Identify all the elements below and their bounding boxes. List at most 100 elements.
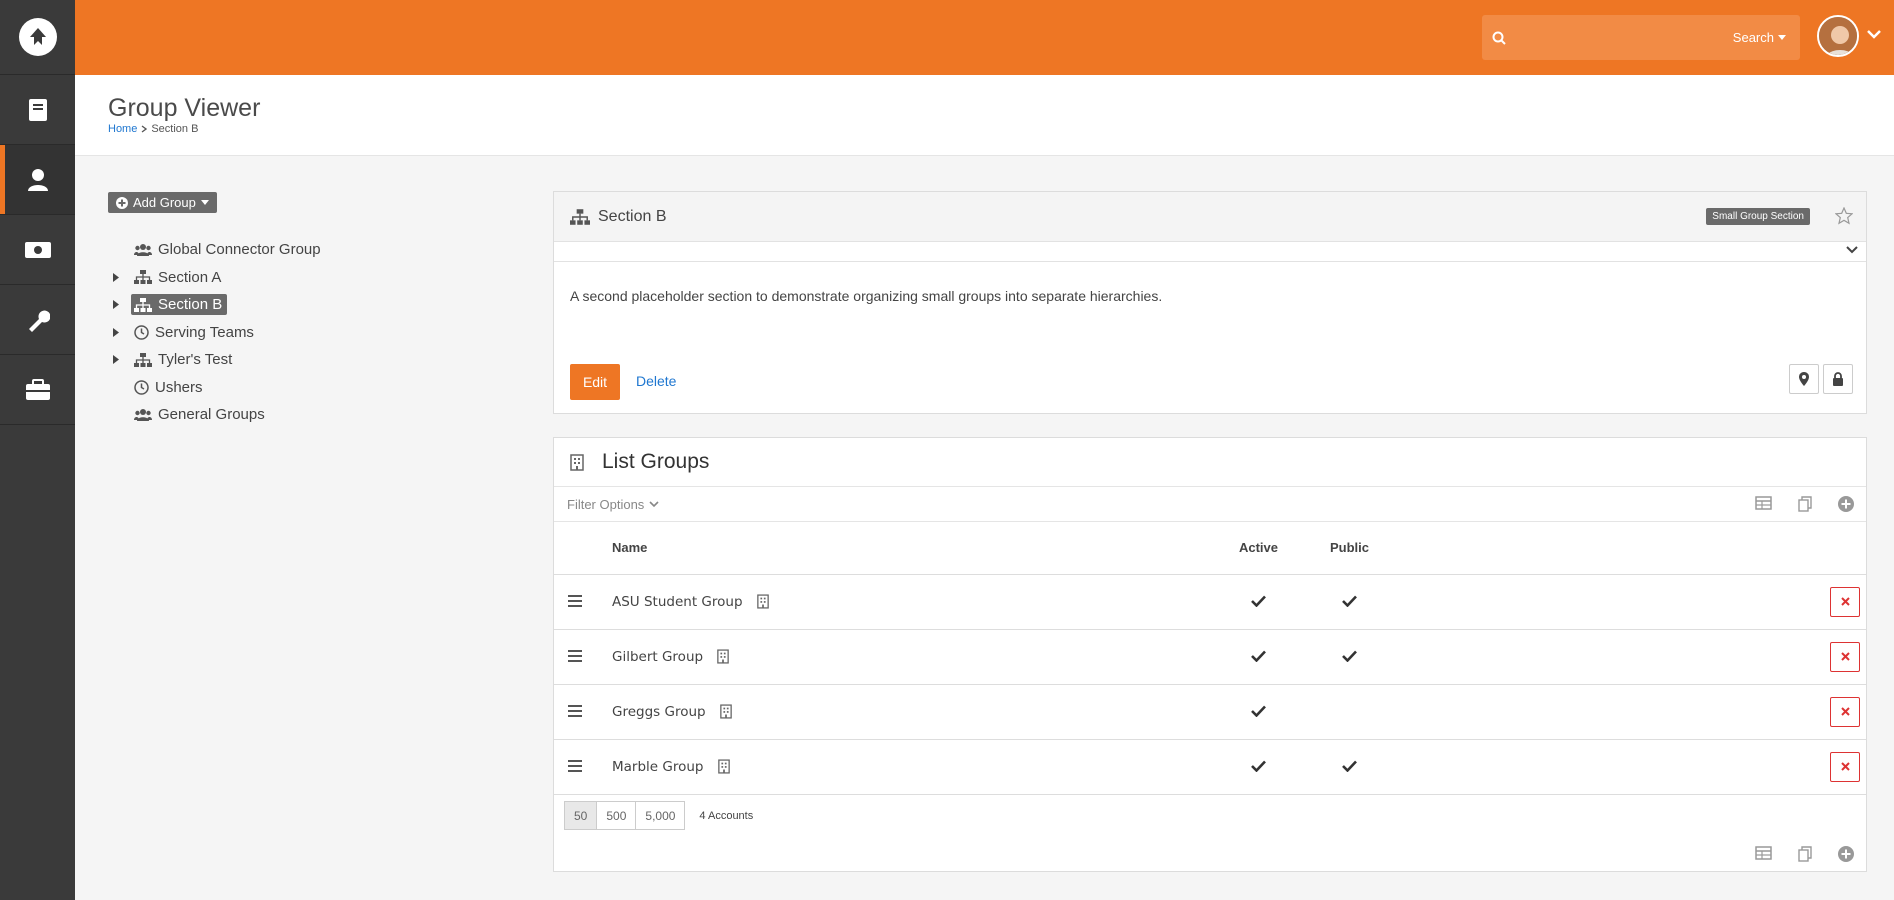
column-header-active[interactable]: Active: [1210, 522, 1307, 575]
export-excel-button[interactable]: [1743, 846, 1784, 862]
delete-button[interactable]: Delete: [636, 373, 676, 389]
rock-logo-icon[interactable]: [0, 0, 75, 75]
group-tree: Global Connector Group Section A Section…: [108, 236, 408, 429]
caret-right-icon[interactable]: [108, 300, 131, 310]
plus-circle-icon: [1837, 496, 1854, 512]
add-group-label: Add Group: [133, 195, 196, 210]
list-title: List Groups: [602, 450, 710, 473]
search-input[interactable]: [1506, 30, 1733, 45]
detail-collapse-bar[interactable]: [554, 242, 1866, 262]
delete-row-button[interactable]: [1830, 586, 1860, 617]
table-row[interactable]: Greggs Group: [554, 684, 1866, 740]
chevron-down-icon[interactable]: [1846, 246, 1858, 254]
column-header-name[interactable]: Name: [612, 522, 1210, 575]
sidebar-item-settings[interactable]: [0, 355, 75, 425]
chevron-down-icon[interactable]: [1867, 30, 1881, 39]
users-icon: [134, 409, 152, 422]
close-icon: [1840, 652, 1850, 661]
avatar[interactable]: [1817, 15, 1859, 57]
plus-circle-icon: [116, 196, 128, 209]
building-icon: [756, 594, 769, 609]
copy-icon: [1797, 496, 1812, 512]
drag-handle-icon[interactable]: [568, 759, 582, 772]
drag-handle-icon[interactable]: [568, 649, 582, 662]
merge-template-button[interactable]: [1784, 846, 1825, 862]
lock-icon: [1833, 372, 1843, 386]
tree-item-section-a[interactable]: Section A: [108, 264, 408, 292]
caret-right-icon[interactable]: [108, 272, 131, 282]
group-detail-header: Section B Small Group Section: [554, 192, 1866, 242]
building-icon: [570, 453, 584, 471]
table-icon: [1755, 846, 1772, 860]
page-size-500[interactable]: 500: [596, 801, 637, 830]
filter-options-toggle[interactable]: Filter Options: [567, 497, 659, 512]
add-row-button[interactable]: [1825, 496, 1866, 512]
group-type-badge: Small Group Section: [1706, 208, 1810, 225]
sidebar-item-admin-tools[interactable]: [0, 285, 75, 355]
close-icon: [1840, 762, 1850, 771]
group-list-header: List Groups: [554, 438, 1866, 486]
add-row-button[interactable]: [1825, 846, 1866, 862]
search-type-dropdown[interactable]: Search: [1733, 30, 1786, 45]
page-size-5000[interactable]: 5,000: [635, 801, 686, 830]
tree-item-tylers-test[interactable]: Tyler's Test: [108, 346, 408, 374]
drag-handle-icon[interactable]: [568, 594, 582, 607]
sitemap-icon: [570, 208, 590, 225]
edit-button[interactable]: Edit: [570, 364, 620, 400]
group-name: Greggs Group: [612, 703, 706, 720]
group-name: Marble Group: [612, 758, 704, 775]
map-marker-icon: [1799, 372, 1809, 386]
sidebar-item-people[interactable]: [0, 145, 75, 215]
tree-item-serving-teams[interactable]: Serving Teams: [108, 319, 408, 347]
map-button[interactable]: [1789, 364, 1819, 394]
clock-icon: [134, 380, 149, 395]
briefcase-icon: [25, 378, 50, 400]
delete-row-button[interactable]: [1830, 696, 1860, 727]
check-icon: [1342, 760, 1357, 772]
tree-item-label: Global Connector Group: [158, 241, 321, 259]
table-row[interactable]: ASU Student Group: [554, 574, 1866, 630]
money-icon: [24, 241, 51, 258]
users-icon: [134, 244, 152, 257]
check-icon: [1342, 650, 1357, 662]
plus-circle-icon: [1837, 846, 1854, 862]
delete-row-button[interactable]: [1830, 751, 1860, 782]
security-button[interactable]: [1823, 364, 1853, 394]
breadcrumb-current: Section B: [151, 123, 199, 135]
sidebar-item-finance[interactable]: [0, 215, 75, 285]
breadcrumb-home[interactable]: Home: [108, 123, 137, 135]
add-group-button[interactable]: Add Group: [108, 192, 217, 213]
drag-handle-icon[interactable]: [568, 704, 582, 717]
table-header-row: Name Active Public: [554, 522, 1866, 575]
sitemap-icon: [134, 270, 152, 285]
tree-item-general-groups[interactable]: General Groups: [108, 401, 408, 429]
filter-options-label: Filter Options: [567, 496, 645, 512]
search-icon: [1492, 31, 1506, 45]
caret-right-icon[interactable]: [108, 327, 131, 337]
search-type-label: Search: [1732, 30, 1774, 45]
filter-bar: Filter Options: [554, 486, 1866, 522]
table-row[interactable]: Gilbert Group: [554, 629, 1866, 685]
tree-item-global-connector-group[interactable]: Global Connector Group: [108, 236, 408, 264]
record-count: 4 Accounts: [699, 809, 754, 822]
delete-row-button[interactable]: [1830, 641, 1860, 672]
caret-right-icon[interactable]: [108, 355, 131, 365]
star-icon[interactable]: [1835, 207, 1853, 225]
column-header-public[interactable]: Public: [1307, 522, 1392, 575]
page-header: Group Viewer Home Section B: [75, 75, 1894, 156]
sidebar: [0, 0, 75, 900]
table-row[interactable]: Marble Group: [554, 739, 1866, 795]
chevron-down-icon: [649, 500, 659, 507]
check-icon: [1251, 650, 1266, 662]
merge-template-button[interactable]: [1784, 496, 1825, 512]
tree-item-section-b[interactable]: Section B: [108, 291, 408, 319]
tree-item-label: Ushers: [155, 378, 203, 396]
group-description: A second placeholder section to demonstr…: [570, 288, 1163, 304]
page-size-50[interactable]: 50: [564, 801, 598, 830]
tree-item-ushers[interactable]: Ushers: [108, 374, 408, 402]
sitemap-icon: [134, 352, 152, 367]
sidebar-item-book[interactable]: [0, 75, 75, 145]
copy-icon: [1797, 846, 1812, 862]
export-excel-button[interactable]: [1743, 496, 1784, 512]
pager: 50 500 5,000 4 Accounts: [564, 801, 753, 830]
